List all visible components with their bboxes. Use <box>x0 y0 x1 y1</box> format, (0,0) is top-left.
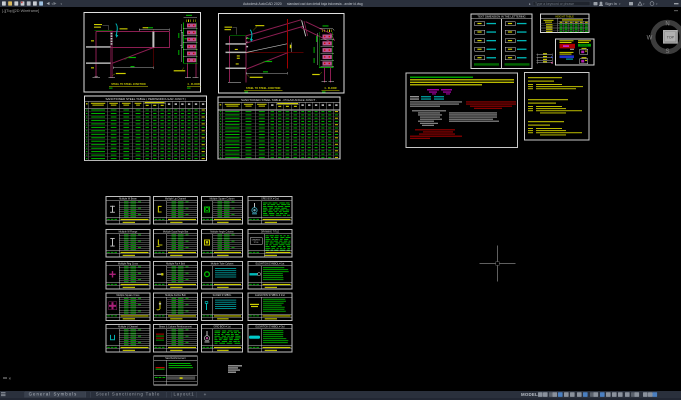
svg-text:4 - FLOOR: 4 - FLOOR <box>324 87 337 90</box>
svg-text:standard cad dan detail baja i: standard cad dan detail baja indonesia -… <box>287 2 363 6</box>
svg-text:STEEL TO STEEL JUNCTION: STEEL TO STEEL JUNCTION <box>111 83 146 86</box>
svg-text:4 - FLOOR: 4 - FLOOR <box>187 83 200 86</box>
svg-text:Layout1: Layout1 <box>174 392 195 397</box>
svg-text:TEXT DIMENSION IN THE LETTERIN: TEXT DIMENSION IN THE LETTERING <box>477 15 525 19</box>
svg-text:TITLE: TITLE <box>254 242 260 244</box>
svg-text:Sign In: Sign In <box>605 2 617 6</box>
svg-text:General Symbols: General Symbols <box>29 392 78 397</box>
svg-text:Type a keyword or phrase: Type a keyword or phrase <box>535 2 574 6</box>
svg-text:HEIGHT TABLE: HEIGHT TABLE <box>555 14 574 18</box>
svg-text:Multiple Lip Channel: Multiple Lip Channel <box>165 198 187 201</box>
svg-text:W: W <box>647 36 653 42</box>
svg-text:SANCTIONED STEEL TABLE ( PERPE: SANCTIONED STEEL TABLE ( PERPENDICULAR J… <box>105 97 185 101</box>
svg-text:S: S <box>665 49 669 55</box>
svg-text:GRID BOX # 2nd: GRID BOX # 2nd <box>261 199 280 201</box>
svg-text:SLIDER SYMBOL: SLIDER SYMBOL <box>213 295 232 297</box>
svg-text:Multiple Tube Column: Multiple Tube Column <box>211 263 234 266</box>
svg-text:▸: ▸ <box>529 2 531 6</box>
svg-text:Steel Sanctioning Table: Steel Sanctioning Table <box>96 392 160 397</box>
svg-text:ELEVATION SYMBOL # 2nd: ELEVATION SYMBOL # 2nd <box>255 294 285 297</box>
svg-text:Multiple Angle Column: Multiple Angle Column <box>210 231 234 234</box>
svg-text:DRAWING TITLE: DRAWING TITLE <box>261 231 280 234</box>
svg-text:Multiple Square Column: Multiple Square Column <box>210 198 236 201</box>
svg-text:Multiple W Flange: Multiple W Flange <box>119 231 138 234</box>
svg-text:Multiple Anchor Bolt: Multiple Anchor Bolt <box>165 294 186 297</box>
svg-text:Beam & Column Reinforcement: Beam & Column Reinforcement <box>159 326 192 329</box>
svg-text:Autodesk AutoCAD 2020: Autodesk AutoCAD 2020 <box>243 2 282 6</box>
svg-text:Multiple Fing Cross: Multiple Fing Cross <box>118 263 139 266</box>
svg-text:Saw Reinforcement: Saw Reinforcement <box>165 357 186 360</box>
svg-text:STEEL TO STEEL JUNCTION: STEEL TO STEEL JUNCTION <box>246 87 281 90</box>
svg-text:ELEVATION SYMBOL # 1st: ELEVATION SYMBOL # 1st <box>256 263 285 266</box>
svg-text:Multiple Square Cross: Multiple Square Cross <box>117 294 141 297</box>
svg-text:×: × <box>9 376 12 381</box>
svg-text:Multiple Fur 4 Bolt: Multiple Fur 4 Bolt <box>166 263 185 266</box>
svg-text:Multiple Equal Angle Bar: Multiple Equal Angle Bar <box>163 231 189 234</box>
svg-text:[-][Top][2D Wireframe]: [-][Top][2D Wireframe] <box>2 9 39 13</box>
svg-text:Multiple W Beam: Multiple W Beam <box>119 198 137 201</box>
svg-text:TOP: TOP <box>667 36 675 40</box>
svg-text:MODEL: MODEL <box>521 392 538 397</box>
svg-text:N: N <box>665 21 669 27</box>
svg-text:GRID BOX # 1st: GRID BOX # 1st <box>213 326 230 329</box>
svg-text:SANCTIONED STEEL TABLE - POLAR: SANCTIONED STEEL TABLE - POLAR ANGLE JUN… <box>241 98 317 102</box>
svg-text:ELEVATION SYMBOL # 3rd: ELEVATION SYMBOL # 3rd <box>256 326 286 329</box>
svg-text:+: + <box>204 392 207 397</box>
svg-text:Multiple U Channel: Multiple U Channel <box>118 326 138 329</box>
